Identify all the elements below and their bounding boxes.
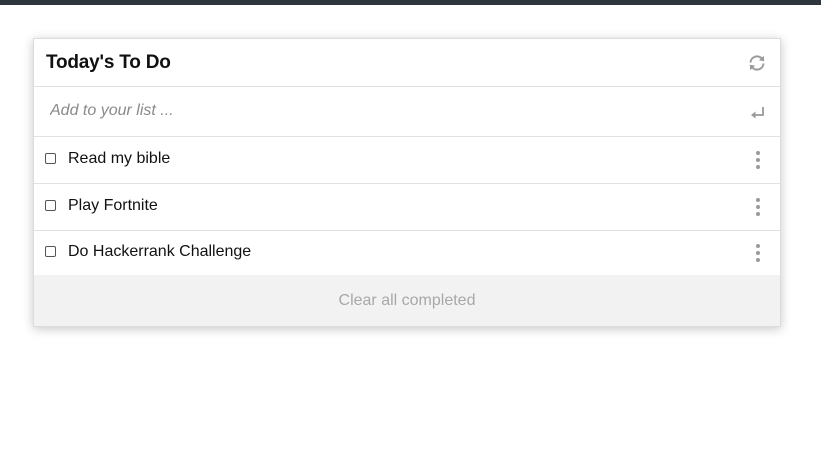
clear-completed-button[interactable]: Clear all completed [34, 275, 780, 326]
card-header: Today's To Do [34, 39, 780, 87]
item-label: Play Fortnite [68, 197, 158, 214]
list-item: Play Fortnite [34, 184, 780, 231]
item-label: Do Hackerrank Challenge [68, 243, 252, 260]
page-title: Today's To Do [46, 52, 171, 73]
list-item: Read my bible [34, 137, 780, 184]
vertical-dots-icon[interactable] [750, 149, 766, 171]
item-checkbox[interactable] [45, 200, 56, 211]
item-checkbox[interactable] [45, 153, 56, 164]
enter-icon[interactable] [750, 105, 766, 121]
add-item-row [34, 87, 780, 137]
vertical-dots-icon[interactable] [750, 242, 766, 264]
todo-card: Today's To Do Read my bible [33, 38, 781, 327]
card-footer: Clear all completed [34, 275, 780, 326]
item-label: Read my bible [68, 150, 171, 167]
refresh-icon[interactable] [747, 53, 767, 73]
add-item-input[interactable] [50, 100, 730, 122]
item-checkbox[interactable] [45, 246, 56, 257]
vertical-dots-icon[interactable] [750, 196, 766, 218]
list-item: Do Hackerrank Challenge [34, 230, 780, 277]
top-bar [0, 0, 821, 5]
